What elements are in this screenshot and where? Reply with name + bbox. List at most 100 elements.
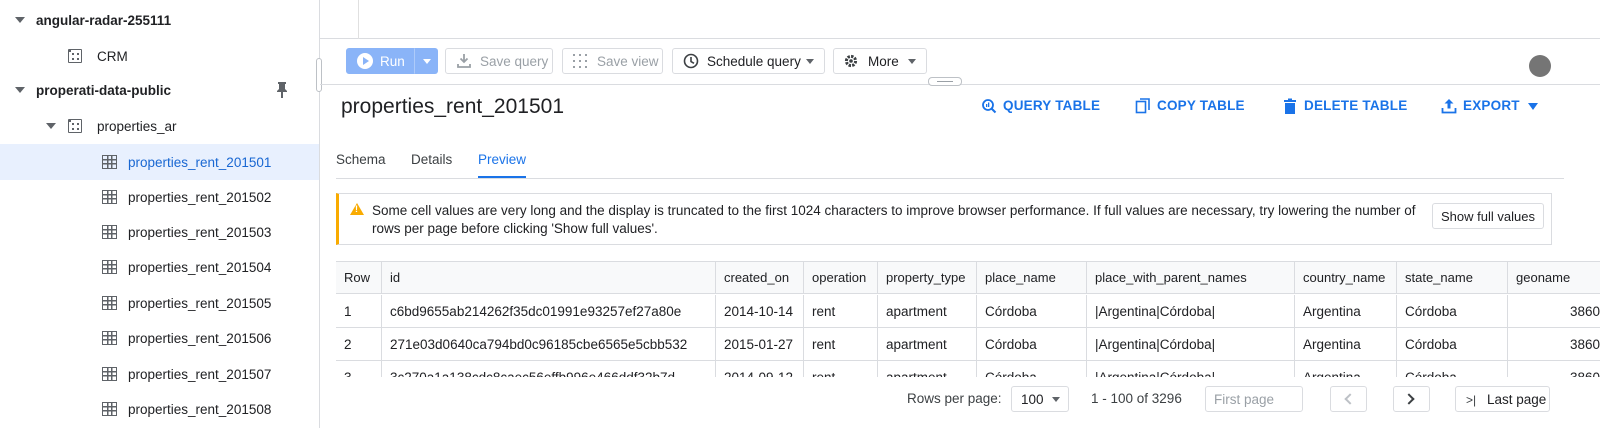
table-icon [102, 225, 117, 239]
run-options-dropdown[interactable] [414, 48, 438, 74]
table-cell: Córdoba [976, 295, 1086, 327]
caret-down-icon[interactable] [1528, 103, 1538, 110]
table-cell: apartment [877, 328, 976, 360]
tree-item-label: angular-radar-255111 [36, 12, 172, 28]
status-indicator-icon[interactable] [1529, 55, 1551, 77]
bigquery-console: angular-radar-255111 CRM properati-data-… [0, 0, 1600, 428]
table-cell: 2014-09-12 [715, 361, 803, 377]
table-cell: Córdoba [1396, 328, 1507, 360]
table-cell: 2015-01-27 [715, 328, 803, 360]
tree-item-table[interactable]: properties_rent_201503 [0, 214, 319, 250]
table-cell: 271e03d0640ca794bd0c96185cbe6565e5cbb532 [381, 328, 715, 360]
table-cell: 3860 [1507, 328, 1600, 360]
column-header: geoname [1507, 262, 1600, 293]
table-header-row: Row id created_on operation property_typ… [336, 261, 1600, 294]
tab-details[interactable]: Details [411, 152, 452, 167]
last-page-button[interactable]: >| Last page [1455, 386, 1550, 412]
show-full-values-button[interactable]: Show full values [1432, 203, 1544, 229]
table-icon [102, 296, 117, 310]
warning-text: Some cell values are very long and the d… [372, 203, 1416, 236]
table-icon [102, 367, 117, 381]
query-table-icon [982, 99, 997, 114]
tree-item-table-selected[interactable]: properties_rent_201501 [0, 144, 319, 180]
table-cell: Córdoba [1396, 295, 1507, 327]
table-icon [102, 260, 117, 274]
copy-icon [1135, 98, 1150, 114]
column-header: place_with_parent_names [1086, 262, 1294, 293]
last-page-label: Last page [1487, 391, 1547, 407]
tree-item-table[interactable]: properties_rent_201504 [0, 249, 319, 285]
table-cell: 2014-10-14 [715, 295, 803, 327]
tree-item-project[interactable]: angular-radar-255111 [0, 2, 319, 38]
tree-item-label: properties_rent_201507 [128, 366, 272, 382]
table-row: 1 c6bd9655ab214262f35dc01991e93257ef27a8… [336, 295, 1600, 328]
table-cell: Argentina [1294, 295, 1396, 327]
tree-item-table[interactable]: properties_rent_201502 [0, 179, 319, 215]
table-cell: Córdoba [1396, 361, 1507, 377]
resource-explorer: angular-radar-255111 CRM properati-data-… [0, 0, 320, 428]
table-cell: |Argentina|Córdoba| [1086, 295, 1294, 327]
editor-resize-handle[interactable] [928, 77, 962, 86]
tree-item-project[interactable]: properati-data-public [0, 72, 319, 108]
table-title: properties_rent_201501 [341, 95, 565, 118]
more-button[interactable]: More [833, 48, 927, 74]
previous-page-button[interactable] [1330, 386, 1367, 412]
gear-icon [844, 54, 858, 68]
table-cell: Argentina [1294, 328, 1396, 360]
rows-per-page-select[interactable]: 100 [1011, 386, 1069, 412]
tree-item-label: properati-data-public [36, 82, 172, 98]
clock-icon [683, 53, 699, 69]
caret-down-icon[interactable] [15, 87, 25, 93]
export-button[interactable]: EXPORT [1463, 98, 1520, 113]
delete-table-button[interactable]: DELETE TABLE [1304, 98, 1407, 113]
table-cell: |Argentina|Córdoba| [1086, 328, 1294, 360]
first-page-button[interactable]: First page [1205, 386, 1303, 412]
table-row: 2 271e03d0640ca794bd0c96185cbe6565e5cbb5… [336, 328, 1600, 361]
table-cell: apartment [877, 295, 976, 327]
last-page-icon: >| [1466, 393, 1477, 407]
schedule-query-label: Schedule query [707, 53, 801, 69]
tree-item-label: properties_rent_201503 [128, 224, 272, 240]
download-icon [457, 54, 471, 68]
save-view-label: Save view [597, 53, 659, 69]
tree-item-table[interactable]: properties_rent_201508 [0, 391, 319, 427]
caret-down-icon [908, 59, 916, 64]
table-cell: rent [803, 295, 877, 327]
chevron-right-icon [1403, 393, 1415, 405]
caret-down-icon [1052, 397, 1060, 402]
table-icon [102, 331, 117, 345]
table-cell: rent [803, 328, 877, 360]
table-icon [102, 402, 117, 416]
query-table-button[interactable]: QUERY TABLE [1003, 98, 1100, 113]
query-editor[interactable] [320, 0, 1600, 39]
pin-icon[interactable] [276, 82, 288, 98]
trash-icon [1284, 98, 1296, 114]
run-button-label: Run [380, 53, 405, 69]
tree-item-dataset[interactable]: properties_ar [0, 108, 319, 144]
tab-schema[interactable]: Schema [336, 152, 386, 167]
truncation-warning-banner: Some cell values are very long and the d… [336, 193, 1552, 245]
save-query-button[interactable]: Save query [445, 48, 553, 74]
column-header: state_name [1396, 262, 1507, 293]
column-header: country_name [1294, 262, 1396, 293]
tree-item-table[interactable]: properties_rent_201505 [0, 285, 319, 321]
tree-item-table[interactable]: properties_rent_201506 [0, 320, 319, 356]
copy-table-button[interactable]: COPY TABLE [1157, 98, 1245, 113]
column-header: id [381, 262, 715, 293]
schedule-query-button[interactable]: Schedule query [672, 48, 825, 74]
tree-item-table[interactable]: properties_rent_201507 [0, 356, 319, 392]
dataset-icon [68, 119, 82, 133]
dataset-icon [68, 49, 82, 63]
tab-preview[interactable]: Preview [478, 152, 526, 167]
tree-item-label: properties_rent_201502 [128, 189, 272, 205]
tree-item-dataset[interactable]: CRM [0, 38, 319, 74]
column-header: property_type [877, 262, 976, 293]
caret-down-icon[interactable] [15, 17, 25, 23]
caret-down-icon[interactable] [46, 123, 56, 129]
table-cell: apartment [877, 361, 976, 377]
next-page-button[interactable] [1393, 386, 1430, 412]
active-tab-indicator [478, 176, 526, 178]
grid-dots-icon [573, 54, 587, 68]
save-view-button[interactable]: Save view [562, 48, 663, 74]
run-button[interactable]: Run [346, 48, 414, 74]
